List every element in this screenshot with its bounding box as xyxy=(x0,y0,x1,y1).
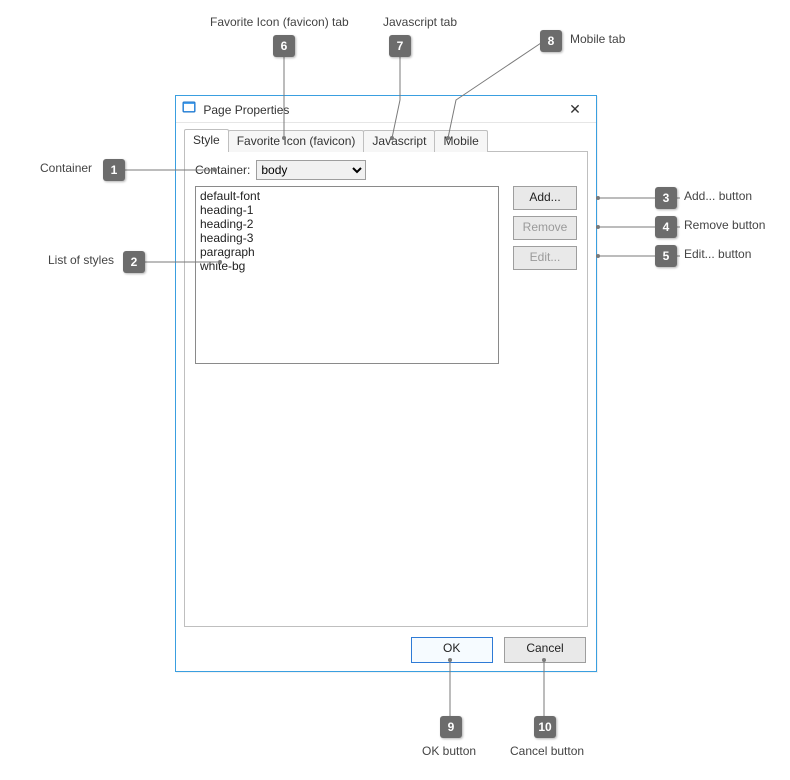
callout-label-6: Favorite Icon (favicon) tab xyxy=(210,15,349,29)
dialog-footer: OK Cancel xyxy=(403,637,586,663)
callout-label-9: OK button xyxy=(422,744,476,758)
callout-label-7: Javascript tab xyxy=(383,15,457,29)
callout-badge-7: 7 xyxy=(389,35,411,57)
list-item[interactable]: heading-2 xyxy=(200,217,494,231)
callout-badge-8: 8 xyxy=(540,30,562,52)
callout-badge-4: 4 xyxy=(655,216,677,238)
callout-badge-9: 9 xyxy=(440,716,462,738)
list-item[interactable]: heading-1 xyxy=(200,203,494,217)
callout-label-1: Container xyxy=(40,161,92,175)
container-row: Container: body xyxy=(195,160,577,180)
window-app-icon xyxy=(182,97,196,123)
close-icon[interactable]: ✕ xyxy=(560,96,590,122)
callout-label-4: Remove button xyxy=(684,218,765,232)
titlebar: Page Properties ✕ xyxy=(176,96,596,123)
callout-badge-6: 6 xyxy=(273,35,295,57)
window-title: Page Properties xyxy=(203,97,289,123)
callout-badge-3: 3 xyxy=(655,187,677,209)
styles-listbox[interactable]: default-font heading-1 heading-2 heading… xyxy=(195,186,499,364)
list-item[interactable]: paragraph xyxy=(200,245,494,259)
callout-badge-1: 1 xyxy=(103,159,125,181)
remove-button[interactable]: Remove xyxy=(513,216,577,240)
style-buttons: Add... Remove Edit... xyxy=(513,186,577,364)
cancel-button[interactable]: Cancel xyxy=(504,637,586,663)
list-item[interactable]: heading-3 xyxy=(200,231,494,245)
callout-label-5: Edit... button xyxy=(684,247,751,261)
callout-label-8: Mobile tab xyxy=(570,32,625,46)
tab-style[interactable]: Style xyxy=(184,129,229,152)
tabstrip: Style Favorite Icon (favicon) Javascript… xyxy=(184,129,588,152)
callout-label-10: Cancel button xyxy=(510,744,584,758)
list-item[interactable]: white-bg xyxy=(200,259,494,273)
list-item[interactable]: default-font xyxy=(200,189,494,203)
tabpage-style: Container: body default-font heading-1 h… xyxy=(184,152,588,627)
page-properties-dialog: Page Properties ✕ Style Favorite Icon (f… xyxy=(175,95,597,672)
container-select[interactable]: body xyxy=(256,160,366,180)
tab-mobile[interactable]: Mobile xyxy=(434,130,487,152)
callout-label-2: List of styles xyxy=(48,253,114,267)
tab-favicon[interactable]: Favorite Icon (favicon) xyxy=(228,130,365,152)
callout-badge-5: 5 xyxy=(655,245,677,267)
callout-label-3: Add... button xyxy=(684,189,752,203)
ok-button[interactable]: OK xyxy=(411,637,493,663)
container-label: Container: xyxy=(195,163,250,177)
callout-badge-10: 10 xyxy=(534,716,556,738)
callout-badge-2: 2 xyxy=(123,251,145,273)
add-button[interactable]: Add... xyxy=(513,186,577,210)
edit-button[interactable]: Edit... xyxy=(513,246,577,270)
tab-javascript[interactable]: Javascript xyxy=(363,130,435,152)
